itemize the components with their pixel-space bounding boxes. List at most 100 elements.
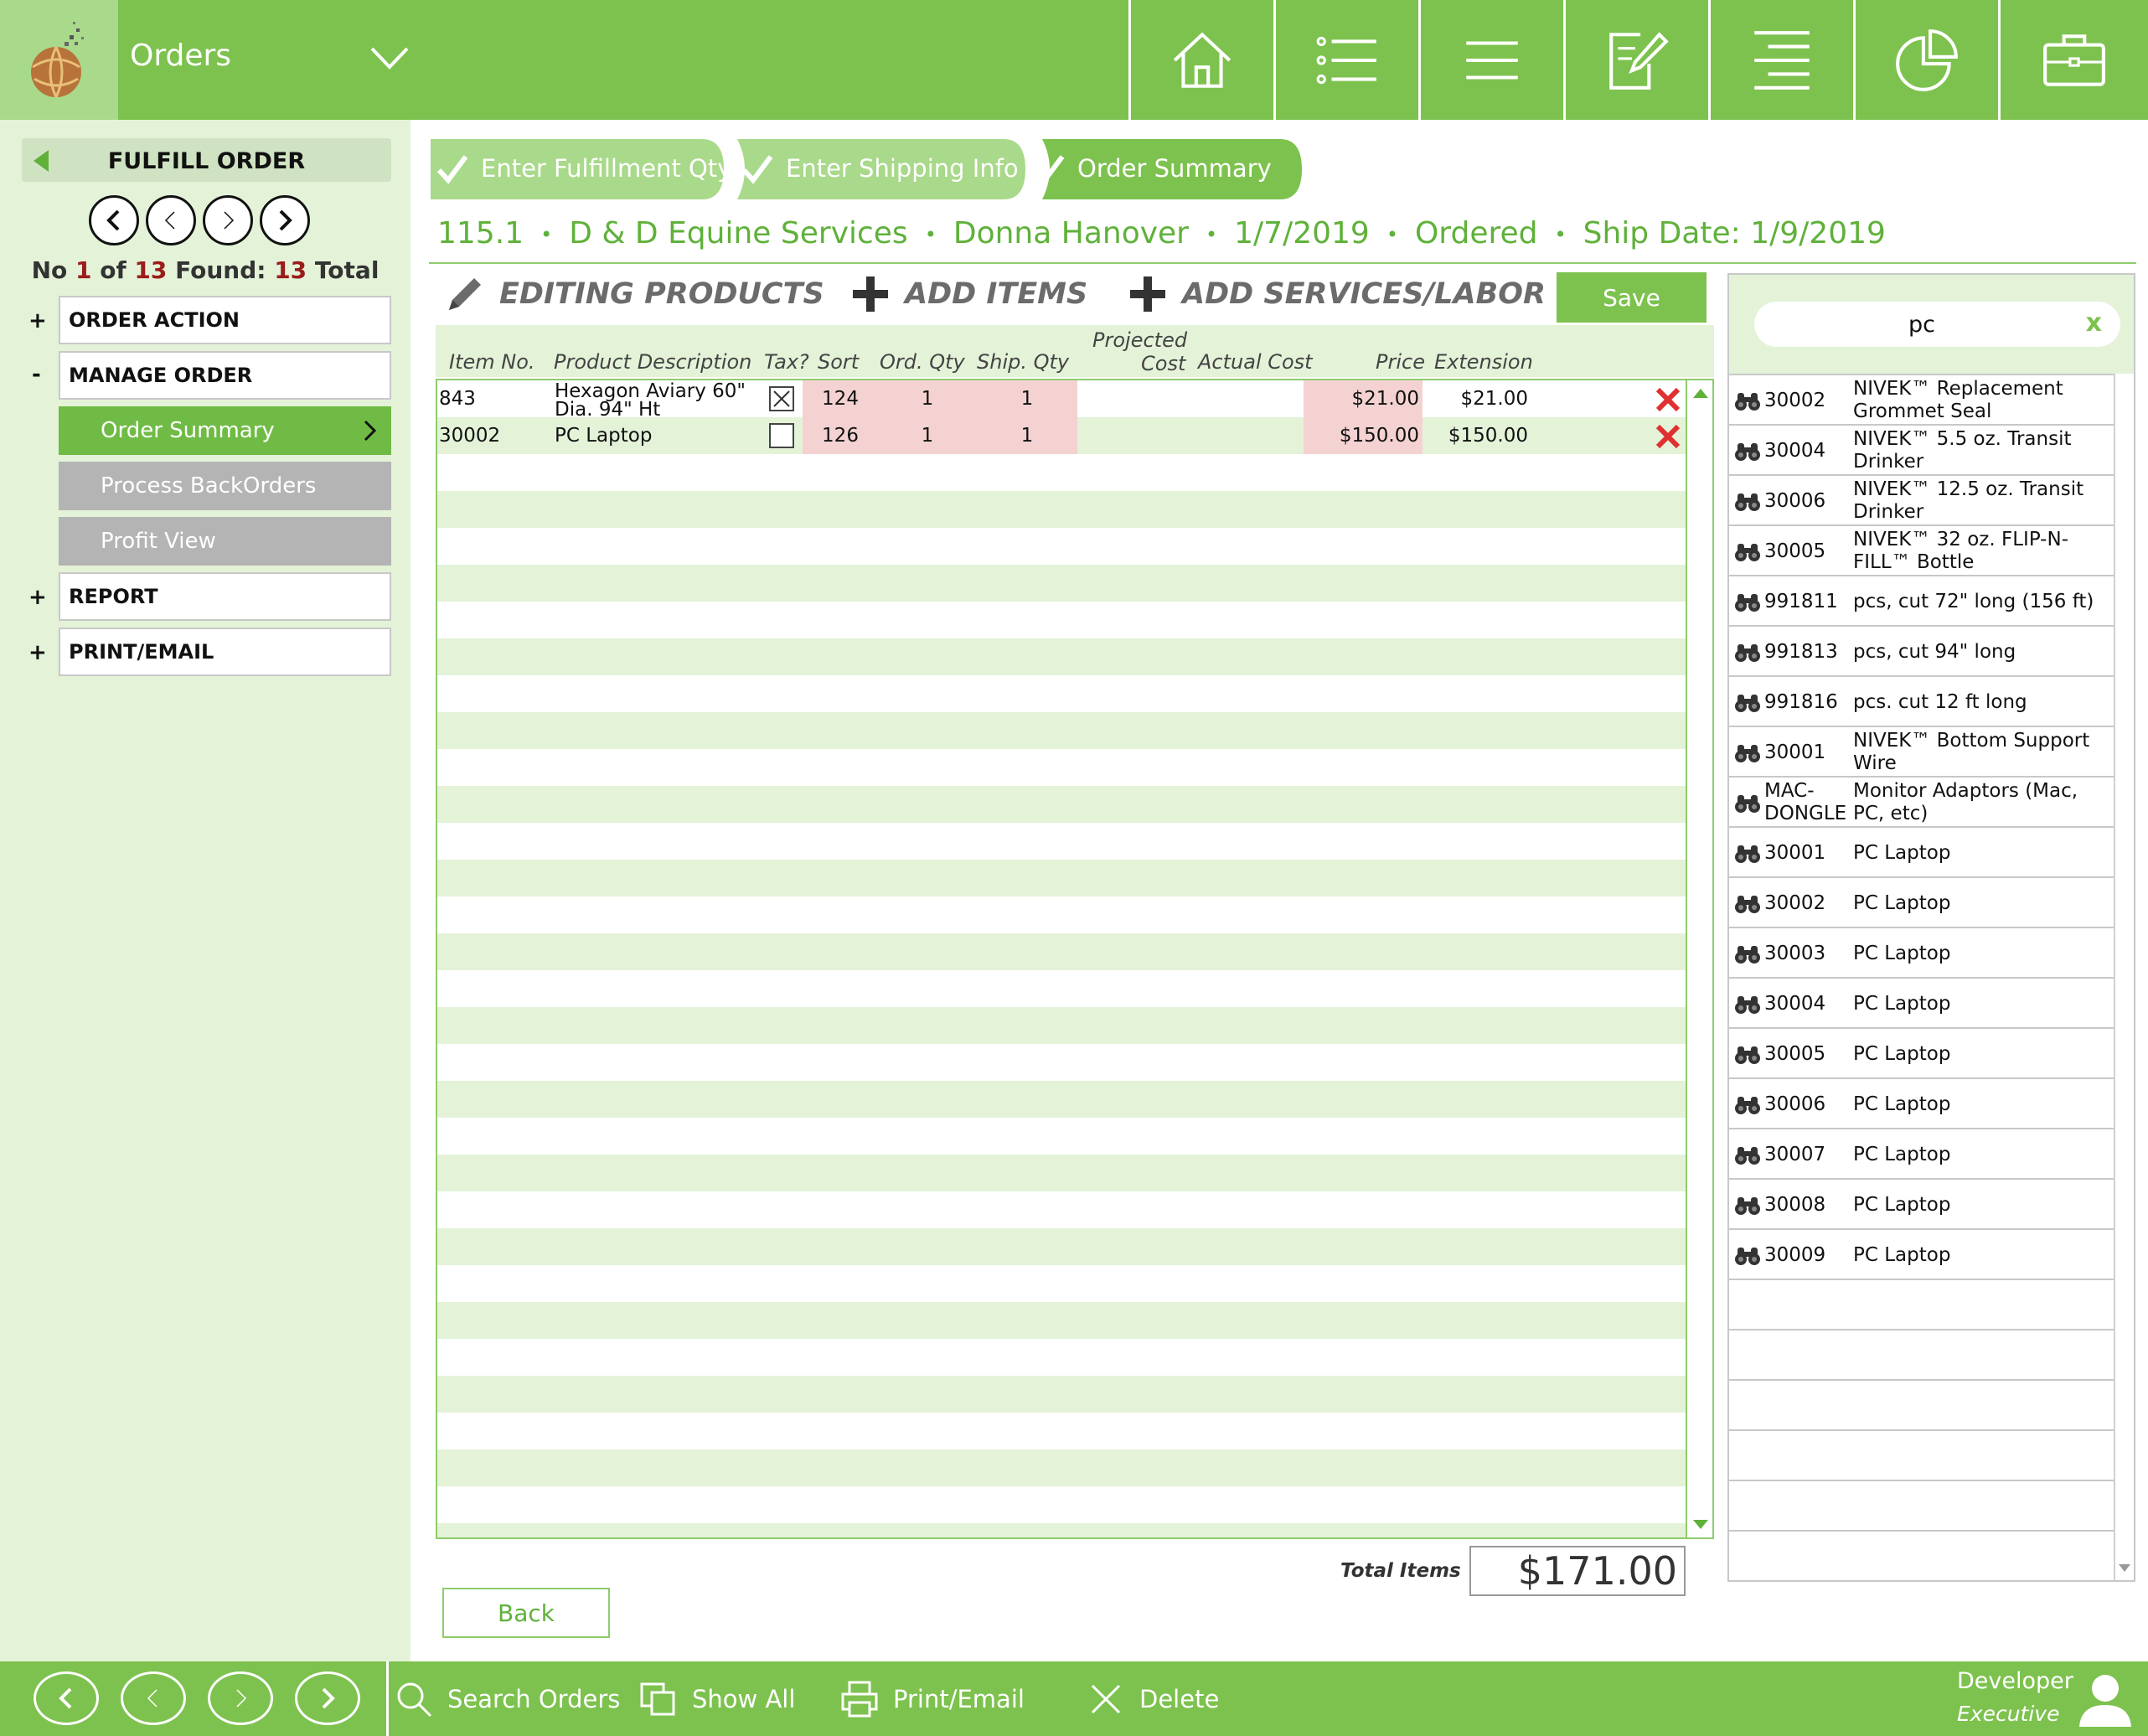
delete-row-icon[interactable] bbox=[1654, 422, 1682, 451]
results-scrollbar[interactable] bbox=[2114, 374, 2134, 1580]
sort-cell[interactable]: 124 bbox=[803, 380, 878, 417]
scroll-up-icon[interactable] bbox=[1693, 389, 1708, 398]
delete-row-icon[interactable] bbox=[1654, 385, 1682, 414]
tax-checkbox[interactable] bbox=[769, 386, 794, 411]
scroll-down-icon[interactable] bbox=[1693, 1520, 1708, 1529]
print-email-button[interactable]: Print/Email bbox=[839, 1678, 1025, 1720]
binoculars-icon[interactable] bbox=[1734, 1245, 1761, 1267]
chart-button[interactable] bbox=[1853, 0, 1998, 120]
item-no-cell[interactable]: 843 bbox=[439, 380, 540, 417]
binoculars-icon[interactable] bbox=[1734, 793, 1761, 814]
ship-qty-cell[interactable]: 1 bbox=[977, 380, 1077, 417]
result-item-number[interactable]: 30008 bbox=[1764, 1180, 1848, 1230]
result-item-number[interactable]: 30001 bbox=[1764, 828, 1848, 878]
search-result-item[interactable]: 30001 PC Laptop bbox=[1729, 828, 2114, 878]
binoculars-icon[interactable] bbox=[1734, 692, 1761, 714]
search-result-item[interactable]: 30005 PC Laptop bbox=[1729, 1029, 2114, 1079]
ord-qty-cell[interactable]: 1 bbox=[878, 380, 977, 417]
delete-button[interactable]: Delete bbox=[1086, 1678, 1219, 1720]
binoculars-icon[interactable] bbox=[1734, 390, 1761, 412]
table-row[interactable]: 30002 PC Laptop 126 1 1 $150.00 $150.00 bbox=[437, 417, 1686, 454]
first-record-button[interactable] bbox=[34, 1671, 99, 1725]
binoculars-icon[interactable] bbox=[1734, 441, 1761, 462]
sidebar-item-manage-order[interactable]: MANAGE ORDER bbox=[59, 351, 391, 400]
binoculars-icon[interactable] bbox=[1734, 943, 1761, 965]
result-item-number[interactable]: 991816 bbox=[1764, 677, 1848, 727]
save-button[interactable]: Save bbox=[1557, 272, 1707, 323]
search-result-item[interactable]: 30009 PC Laptop bbox=[1729, 1230, 2114, 1280]
result-item-number[interactable]: 30006 bbox=[1764, 1079, 1848, 1129]
sidebar-item-print-email[interactable]: PRINT/EMAIL bbox=[59, 628, 391, 676]
result-item-description[interactable]: pcs, cut 94" long bbox=[1853, 627, 2111, 677]
order-action-expand-icon[interactable]: + bbox=[28, 308, 47, 333]
chevron-down-icon[interactable] bbox=[369, 40, 410, 74]
binoculars-icon[interactable] bbox=[1734, 1044, 1761, 1066]
search-result-item[interactable]: 30001 NIVEK™ Bottom Support Wire bbox=[1729, 727, 2114, 778]
edit-button[interactable] bbox=[1563, 0, 1708, 120]
table-row[interactable]: 843 Hexagon Aviary 60" Dia. 94" Ht 124 1… bbox=[437, 380, 1686, 418]
search-orders-button[interactable]: Search Orders bbox=[394, 1678, 620, 1720]
result-item-number[interactable]: MAC-DONGLE bbox=[1764, 778, 1848, 828]
search-result-item[interactable]: 30002 NIVEK™ Replacement Grommet Seal bbox=[1729, 375, 2114, 426]
search-result-item[interactable]: 30006 NIVEK™ 12.5 oz. Transit Drinker bbox=[1729, 476, 2114, 526]
result-item-number[interactable]: 30003 bbox=[1764, 928, 1848, 979]
user-avatar-icon[interactable] bbox=[2076, 1670, 2135, 1728]
price-cell[interactable]: $150.00 bbox=[1304, 417, 1423, 454]
description-cell[interactable]: Hexagon Aviary 60" Dia. 94" Ht bbox=[555, 380, 764, 418]
next-record-button[interactable] bbox=[208, 1671, 273, 1725]
result-item-number[interactable]: 30007 bbox=[1764, 1129, 1848, 1180]
search-result-item[interactable]: 991816 pcs. cut 12 ft long bbox=[1729, 677, 2114, 727]
result-item-description[interactable]: PC Laptop bbox=[1853, 878, 2111, 928]
sidebar-item-profit-view[interactable]: Profit View bbox=[59, 517, 391, 566]
last-record-button[interactable] bbox=[260, 195, 310, 245]
result-item-description[interactable]: PC Laptop bbox=[1853, 1029, 2111, 1079]
result-item-number[interactable]: 30001 bbox=[1764, 727, 1848, 778]
binoculars-icon[interactable] bbox=[1734, 742, 1761, 764]
previous-record-button[interactable] bbox=[146, 195, 196, 245]
app-logo[interactable] bbox=[0, 0, 118, 120]
binoculars-icon[interactable] bbox=[1734, 491, 1761, 513]
projected-cost-cell[interactable] bbox=[1077, 417, 1195, 454]
price-cell[interactable]: $21.00 bbox=[1304, 380, 1423, 417]
binoculars-icon[interactable] bbox=[1734, 1195, 1761, 1217]
back-button[interactable]: Back bbox=[442, 1588, 610, 1638]
user-name[interactable]: Developer bbox=[1957, 1668, 2073, 1694]
result-item-description[interactable]: NIVEK™ 5.5 oz. Transit Drinker bbox=[1853, 426, 2111, 476]
result-item-number[interactable]: 30002 bbox=[1764, 375, 1848, 426]
binoculars-icon[interactable] bbox=[1734, 1144, 1761, 1166]
search-result-item[interactable]: MAC-DONGLE Monitor Adaptors (Mac, PC, etc… bbox=[1729, 778, 2114, 828]
binoculars-icon[interactable] bbox=[1734, 1094, 1761, 1116]
binoculars-icon[interactable] bbox=[1734, 843, 1761, 865]
add-services-button[interactable]: ADD SERVICES/LABOR bbox=[1127, 273, 1546, 315]
ord-qty-cell[interactable]: 1 bbox=[878, 417, 977, 454]
actual-cost-cell[interactable] bbox=[1195, 417, 1304, 454]
show-all-button[interactable]: Show All bbox=[638, 1678, 795, 1720]
order-customer[interactable]: D & D Equine Services bbox=[569, 216, 907, 251]
search-result-item[interactable]: 30005 NIVEK™ 32 oz. FLIP-N-FILL™ Bottle bbox=[1729, 526, 2114, 576]
step-enter-shipping-info[interactable]: Enter Shipping Info bbox=[741, 140, 1019, 197]
projected-cost-cell[interactable] bbox=[1077, 380, 1195, 417]
result-item-description[interactable]: PC Laptop bbox=[1853, 1230, 2111, 1280]
fulfill-order-header[interactable]: FULFILL ORDER bbox=[22, 138, 391, 182]
product-search-input[interactable]: pc x bbox=[1754, 302, 2120, 347]
sidebar-item-report[interactable]: REPORT bbox=[59, 572, 391, 621]
result-item-description[interactable]: NIVEK™ Bottom Support Wire bbox=[1853, 727, 2111, 778]
add-items-button[interactable]: ADD ITEMS bbox=[849, 273, 1087, 315]
result-item-number[interactable]: 30009 bbox=[1764, 1230, 1848, 1280]
briefcase-button[interactable] bbox=[1998, 0, 2148, 120]
result-item-number[interactable]: 991813 bbox=[1764, 627, 1848, 677]
list-button[interactable] bbox=[1273, 0, 1418, 120]
result-item-description[interactable]: NIVEK™ Replacement Grommet Seal bbox=[1853, 375, 2111, 426]
search-value[interactable]: pc bbox=[1754, 312, 2089, 338]
result-item-description[interactable]: PC Laptop bbox=[1853, 1180, 2111, 1230]
search-result-item[interactable]: 30004 NIVEK™ 5.5 oz. Transit Drinker bbox=[1729, 426, 2114, 476]
search-result-item[interactable]: 30002 PC Laptop bbox=[1729, 878, 2114, 928]
description-cell[interactable]: PC Laptop bbox=[555, 417, 764, 454]
search-result-item[interactable]: 30007 PC Laptop bbox=[1729, 1129, 2114, 1180]
home-button[interactable] bbox=[1128, 0, 1273, 120]
result-item-number[interactable]: 30006 bbox=[1764, 476, 1848, 526]
result-item-number[interactable]: 30004 bbox=[1764, 426, 1848, 476]
actual-cost-cell[interactable] bbox=[1195, 380, 1304, 417]
search-result-item[interactable]: 30004 PC Laptop bbox=[1729, 979, 2114, 1029]
report-expand-icon[interactable]: + bbox=[28, 585, 47, 610]
